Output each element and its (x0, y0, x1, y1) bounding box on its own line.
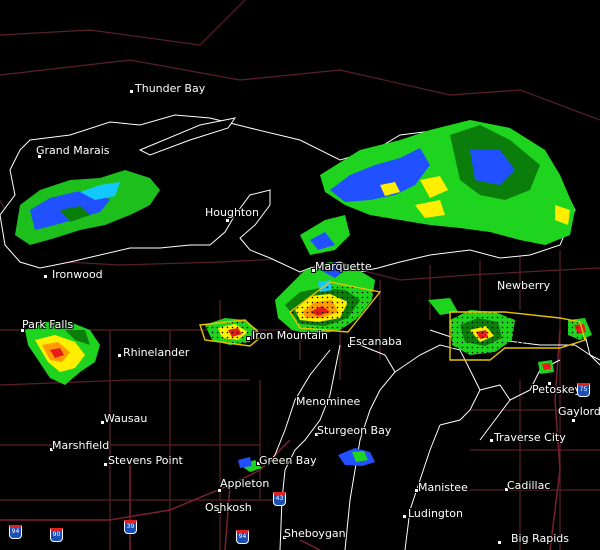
radar-cluster-east (428, 298, 592, 374)
interstate-39-shield: 39 (124, 520, 137, 534)
radar-cluster-park-falls (25, 322, 100, 385)
city-label-green-bay: Green Bay (259, 454, 317, 467)
city-label-rhinelander: Rhinelander (123, 346, 190, 359)
city-label-cadillac: Cadillac (507, 479, 551, 492)
interstate-90-shield: 90 (50, 528, 63, 542)
city-label-thunder-bay: Thunder Bay (135, 82, 206, 95)
city-label-oshkosh: Oshkosh (205, 501, 252, 514)
city-dot-rhinelander (117, 353, 122, 358)
city-label-marshfield: Marshfield (52, 439, 110, 452)
radar-map: Thunder Bay Grand Marais Houghton Ironwo… (0, 0, 600, 550)
city-dot-big-rapids (497, 540, 502, 545)
city-label-houghton: Houghton (205, 206, 259, 219)
city-label-menominee: Menominee (296, 395, 361, 408)
interstate-43-shield: 43 (273, 492, 286, 506)
city-label-sheboygan: Sheboygan (284, 527, 346, 540)
city-label-ironwood: Ironwood (52, 268, 103, 281)
interstate-94-west-shield: 94 (9, 525, 22, 539)
city-label-petoskey: Petoskey (532, 383, 582, 396)
city-dot-ludington (402, 514, 407, 519)
city-label-gaylord: Gaylord (558, 405, 600, 418)
interstate-94-shield: 94 (236, 530, 249, 544)
city-label-appleton: Appleton (220, 477, 270, 490)
city-label-stevens-point: Stevens Point (108, 454, 183, 467)
city-dot-ironwood (43, 274, 48, 279)
city-label-manistee: Manistee (418, 481, 468, 494)
city-label-park-falls: Park Falls (22, 318, 74, 331)
city-dot-thunder-bay (129, 89, 134, 94)
city-label-escanaba: Escanaba (349, 335, 402, 348)
warning-polygon-east (449, 311, 586, 361)
interstate-75-shield: 75 (577, 383, 590, 397)
city-label-big-rapids: Big Rapids (511, 532, 569, 545)
city-label-marquette: Marquette (315, 260, 372, 273)
city-label-ludington: Ludington (408, 507, 463, 520)
city-label-newberry: Newberry (497, 279, 551, 292)
city-dot-iron-mountain (246, 336, 251, 341)
city-dot-gaylord (571, 418, 576, 423)
city-label-traverse-city: Traverse City (494, 431, 566, 444)
city-label-sturgeon-bay: Sturgeon Bay (317, 424, 392, 437)
city-label-iron-mountain: Iron Mountain (252, 329, 328, 342)
city-label-grand-marais: Grand Marais (36, 144, 110, 157)
city-label-wausau: Wausau (104, 412, 148, 425)
